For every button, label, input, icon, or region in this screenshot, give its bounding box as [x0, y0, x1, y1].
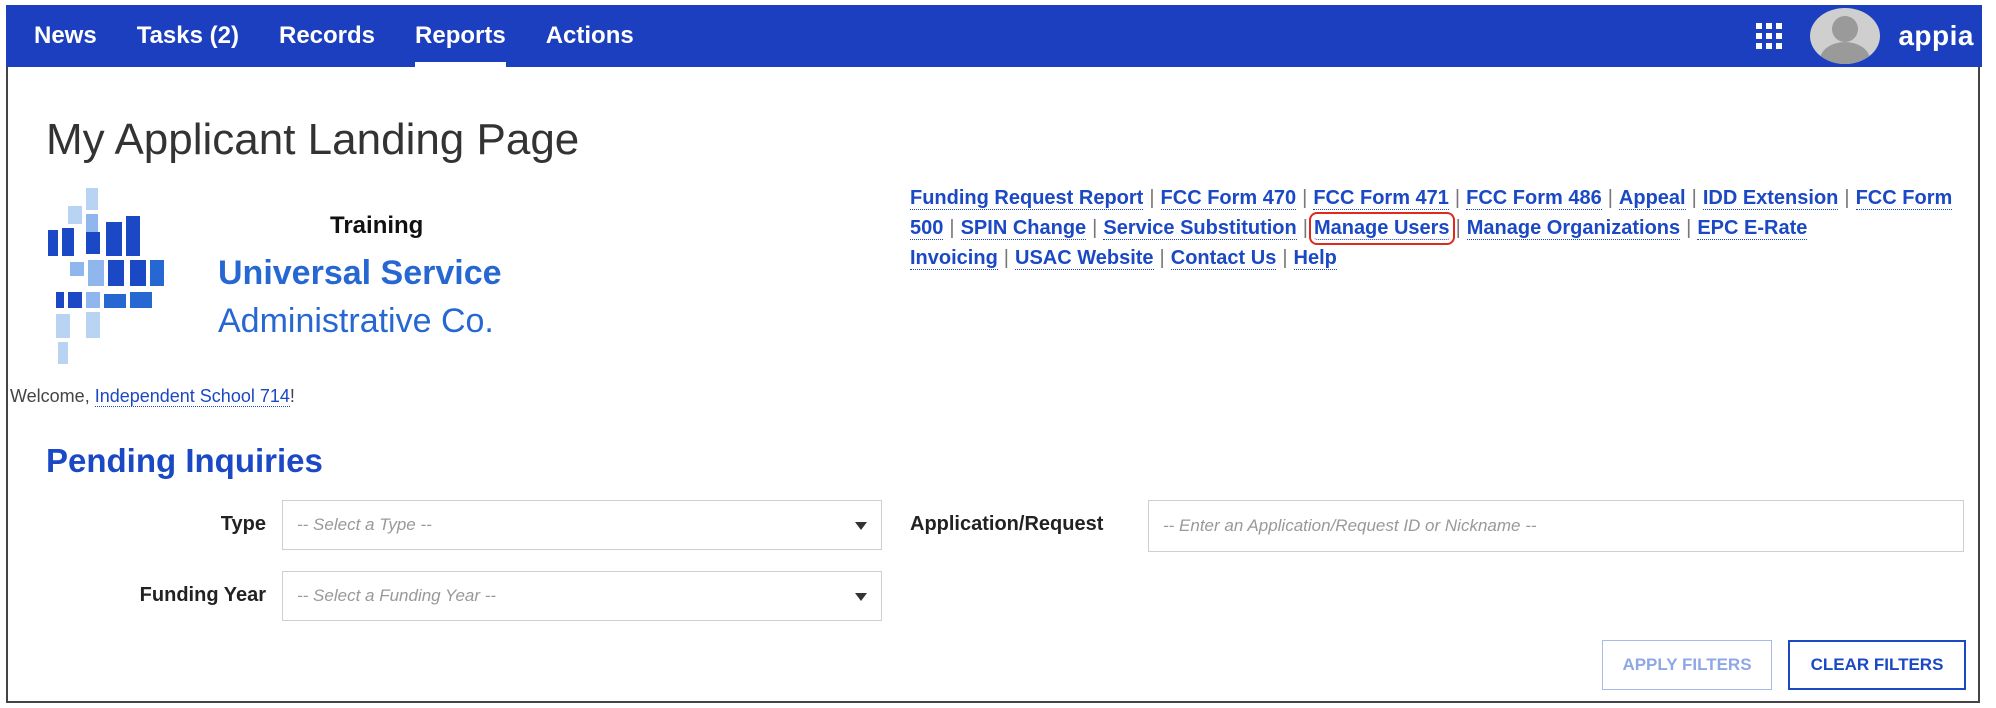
link-separator: | — [949, 217, 955, 239]
funding-year-select-value: -- Select a Funding Year -- — [297, 586, 497, 605]
chevron-down-icon — [855, 522, 867, 530]
link-separator: | — [1686, 217, 1692, 239]
avatar[interactable] — [1810, 8, 1881, 64]
type-select[interactable]: -- Select a Type -- — [282, 500, 882, 550]
link-separator: | — [1302, 187, 1308, 209]
logo-training-label: Training — [330, 212, 424, 239]
nav-item-tasks[interactable]: Tasks (2) — [117, 5, 259, 67]
application-request-input[interactable] — [1148, 500, 1964, 552]
link-spin-change[interactable]: SPIN Change — [960, 217, 1087, 240]
pending-inquiries-title: Pending Inquiries — [46, 442, 323, 479]
link-funding-request-report[interactable]: Funding Request Report — [910, 187, 1144, 210]
chevron-down-icon — [855, 593, 867, 601]
welcome-user-link[interactable]: Independent School 714 — [94, 386, 290, 407]
logo-name-line2: Administrative Co. — [218, 302, 494, 340]
usac-logo-mark — [46, 188, 166, 373]
apply-filters-button[interactable]: APPLY FILTERS — [1602, 640, 1772, 690]
link-separator: | — [1003, 247, 1009, 269]
link-separator: | — [1607, 187, 1613, 209]
app-grid-icon[interactable] — [1756, 23, 1783, 49]
nav-item-records[interactable]: Records — [259, 5, 395, 67]
link-usac-website[interactable]: USAC Website — [1015, 247, 1154, 270]
page-title: My Applicant Landing Page — [46, 115, 580, 164]
link-separator: | — [1159, 247, 1165, 269]
funding-year-select[interactable]: -- Select a Funding Year -- — [282, 571, 882, 621]
topbar-right: appia — [1756, 5, 1982, 67]
link-idd-extension[interactable]: IDD Extension — [1702, 187, 1839, 210]
funding-year-label: Funding Year — [139, 584, 266, 606]
link-appeal[interactable]: Appeal — [1618, 187, 1686, 210]
link-separator: | — [1455, 217, 1461, 239]
welcome-prefix: Welcome, — [10, 386, 95, 406]
brand-logo: appia — [1898, 20, 1974, 51]
nav-item-reports[interactable]: Reports — [395, 5, 526, 67]
link-separator: | — [1282, 247, 1288, 269]
link-help[interactable]: Help — [1293, 247, 1337, 270]
link-fcc-form-471[interactable]: FCC Form 471 — [1313, 187, 1449, 210]
main-nav: News Tasks (2) Records Reports Actions — [6, 5, 654, 67]
type-select-value: -- Select a Type -- — [297, 515, 432, 534]
nav-item-actions[interactable]: Actions — [526, 5, 654, 67]
clear-filters-button[interactable]: CLEAR FILTERS — [1788, 640, 1966, 690]
link-fcc-form-470[interactable]: FCC Form 470 — [1160, 187, 1297, 210]
link-fcc-form-486[interactable]: FCC Form 486 — [1466, 187, 1602, 210]
nav-item-news[interactable]: News — [14, 5, 117, 67]
link-service-substitution[interactable]: Service Substitution — [1103, 217, 1297, 240]
link-separator: | — [1844, 187, 1850, 209]
link-separator: | — [1454, 187, 1461, 209]
type-label: Type — [220, 513, 266, 535]
welcome-suffix: ! — [289, 386, 295, 406]
link-separator: | — [1092, 217, 1098, 239]
logo-name-line1: Universal Service — [218, 254, 502, 292]
link-separator: | — [1302, 217, 1308, 239]
link-manage-organizations[interactable]: Manage Organizations — [1466, 217, 1681, 240]
link-manage-users[interactable]: Manage Users — [1308, 212, 1455, 245]
application-request-label: Application/Request — [910, 513, 1104, 535]
link-separator: | — [1691, 187, 1697, 209]
welcome-message: Welcome, Independent School 714! — [10, 386, 295, 407]
quick-links: Funding Request Report | FCC Form 470 | FCC … — [910, 183, 1960, 273]
link-contact-us[interactable]: Contact Us — [1170, 247, 1277, 270]
top-nav-bar: News Tasks (2) Records Reports Actions a… — [6, 5, 1982, 67]
link-separator: | — [1149, 187, 1155, 209]
